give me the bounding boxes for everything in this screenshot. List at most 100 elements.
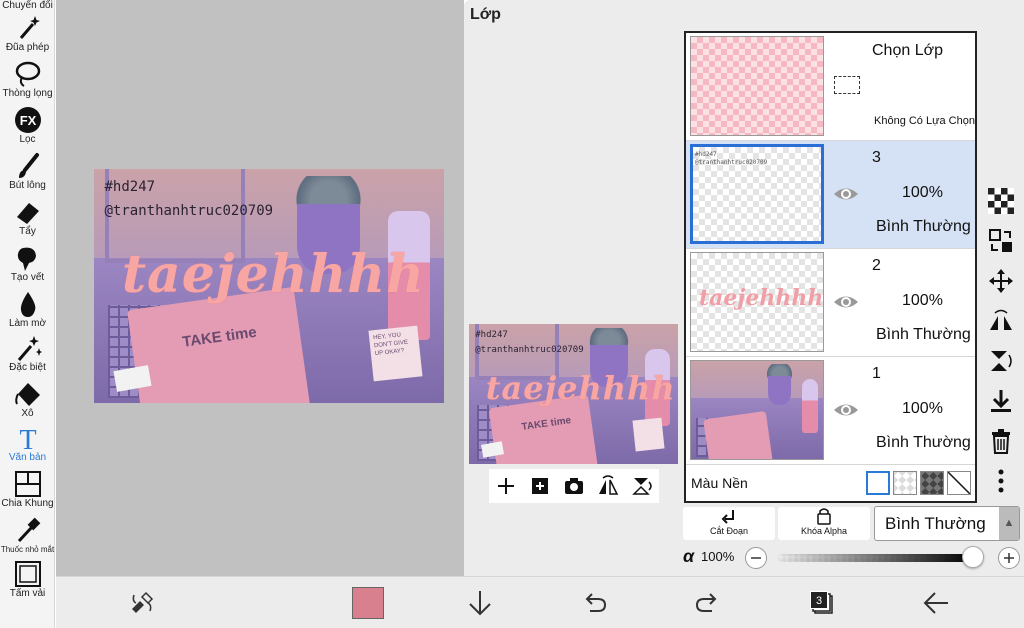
more-options-button[interactable] (987, 468, 1015, 496)
bg-swatch-none[interactable] (947, 471, 971, 495)
move-layer-button[interactable] (987, 268, 1015, 296)
layer-thumbnail-3: #hd247 @tranthanhtruc020709 (690, 144, 824, 244)
flip-vertical-button[interactable] (987, 348, 1015, 376)
tool-label: Văn bản (8, 452, 47, 463)
flip-layer-button[interactable] (596, 474, 620, 498)
add-image-layer-button[interactable] (528, 474, 552, 498)
tool-eraser[interactable]: Tẩy (0, 198, 55, 237)
clip-arrow-icon (721, 510, 734, 524)
layer-blend-mode: Bình Thường (876, 434, 971, 451)
opacity-slider[interactable] (778, 554, 973, 562)
merge-layer-button[interactable] (630, 474, 654, 498)
camera-button[interactable] (562, 474, 586, 498)
filter-fx-icon: FX (14, 107, 41, 133)
layer-number: 1 (872, 365, 881, 382)
current-color-swatch[interactable] (352, 587, 384, 619)
canvas-area[interactable]: TAKE time HEY, YOU DON'T GIVE UP OKAY? #… (56, 0, 464, 576)
tool-label: Tẩy (19, 226, 36, 237)
copy-layer-button[interactable] (987, 228, 1015, 256)
tool-lasso[interactable]: Thòng lọng (0, 60, 55, 99)
add-layer-button[interactable] (494, 474, 518, 498)
tool-label: Lọc (19, 134, 36, 145)
visibility-eye-icon[interactable] (833, 181, 859, 207)
tool-brush[interactable]: Bút lông (0, 152, 55, 191)
layer-number: 3 (872, 149, 881, 166)
tool-label: Xô (21, 408, 34, 419)
bg-swatch-dark[interactable] (920, 471, 944, 495)
tool-canvas[interactable]: Tấm vải (0, 560, 55, 599)
selection-layer-thumbnail (690, 36, 824, 136)
layer-row-2[interactable]: taejehhhh 2 100% Bình Thường (686, 249, 975, 357)
tool-text[interactable]: T Văn bản (0, 424, 55, 463)
fx-glyph: FX (19, 113, 36, 128)
bg-swatch-checker[interactable] (893, 471, 917, 495)
art-pot (767, 375, 792, 406)
tool-frame-divider[interactable]: Chia Khung (0, 470, 55, 509)
art-handle-text: @tranthanhtruc020709 (104, 203, 274, 219)
blur-icon (20, 292, 35, 317)
flip-horizontal-button[interactable] (987, 308, 1015, 336)
opacity-decrease-button[interactable] (745, 547, 767, 569)
layer-row-3[interactable]: #hd247 @tranthanhtruc020709 3 100% Bình … (686, 141, 975, 249)
move-down-button[interactable] (464, 587, 496, 619)
checker-fill-button[interactable] (987, 188, 1015, 216)
background-label: Màu Nền (691, 475, 748, 491)
undo-button[interactable] (578, 587, 610, 619)
opacity-slider-thumb[interactable] (962, 546, 984, 568)
artwork-canvas[interactable]: TAKE time HEY, YOU DON'T GIVE UP OKAY? #… (94, 169, 444, 403)
arrow-down-icon (469, 591, 491, 616)
layer-opacity: 100% (902, 292, 943, 309)
flip-icon (599, 475, 619, 495)
selection-layer-row[interactable]: Chọn Lớp Không Có Lựa Chọn (686, 33, 975, 141)
tool-filter[interactable]: FX Lọc (0, 106, 55, 145)
layer-row-1[interactable]: 1 100% Bình Thường (686, 357, 975, 465)
thumb-handle-text: @tranthanhtruc020709 (695, 159, 768, 166)
selection-layer-title: Chọn Lớp (872, 42, 943, 59)
lock-icon (817, 508, 831, 525)
bg-swatch-white[interactable] (866, 471, 890, 495)
tool-label: Làm mờ (8, 318, 47, 329)
mini-preview[interactable]: TAKE time #hd247 @tranthanhtruc020709 ta… (469, 324, 678, 464)
tool-magic-wand[interactable]: Đũa phép (0, 14, 55, 53)
selection-status: Không Có Lựa Chọn (874, 115, 975, 127)
swap-tool-button[interactable] (126, 587, 158, 619)
art-notebook-text: TAKE time (521, 415, 572, 434)
eyedropper-icon (17, 517, 40, 543)
art-handle-text: @tranthanhtruc020709 (475, 345, 584, 355)
art-note: HEY, YOU DON'T GIVE UP OKAY? (367, 325, 423, 382)
eraser-icon (16, 203, 39, 224)
canvas-icon (14, 561, 41, 587)
bucket-icon (14, 383, 40, 406)
tool-eyedropper[interactable]: Thuốc nhỏ mắt (0, 516, 55, 555)
camera-icon (565, 478, 583, 494)
clipping-button[interactable]: Cắt Đoạn (683, 507, 775, 540)
tool-special[interactable]: Đặc biệt (0, 334, 55, 373)
plus-icon (498, 478, 514, 494)
layers-button[interactable]: 3 (808, 589, 834, 615)
layer-count-badge: 3 (810, 591, 828, 609)
merge-down-button[interactable] (987, 388, 1015, 416)
redo-button[interactable] (692, 587, 724, 619)
tool-label: Đũa phép (5, 42, 50, 53)
trash-icon (992, 429, 1010, 454)
opacity-increase-button[interactable] (998, 547, 1020, 569)
alpha-lock-button[interactable]: Khóa Alpha (778, 507, 870, 540)
back-button[interactable] (920, 587, 952, 619)
blend-mode-select[interactable]: Bình Thường ▲ (874, 506, 1020, 541)
special-icon (17, 336, 42, 361)
smudge-icon (17, 247, 36, 271)
visibility-eye-icon[interactable] (833, 397, 859, 423)
art-notebook (703, 410, 774, 459)
delete-layer-button[interactable] (987, 428, 1015, 456)
blend-mode-value: Bình Thường (885, 514, 986, 533)
opacity-row: α 100% (683, 546, 1020, 570)
thumb-tag-text: #hd247 (695, 151, 717, 158)
tool-transform[interactable]: Chuyển đổi (0, 0, 55, 11)
art-notebook-text: TAKE time (181, 323, 258, 351)
tool-blur[interactable]: Làm mờ (0, 290, 55, 329)
tool-smudge[interactable]: Tạo vết (0, 244, 55, 283)
tool-label: Chia Khung (1, 498, 54, 509)
visibility-eye-icon[interactable] (833, 289, 859, 315)
layer-number: 2 (872, 257, 881, 274)
tool-bucket[interactable]: Xô (0, 380, 55, 419)
